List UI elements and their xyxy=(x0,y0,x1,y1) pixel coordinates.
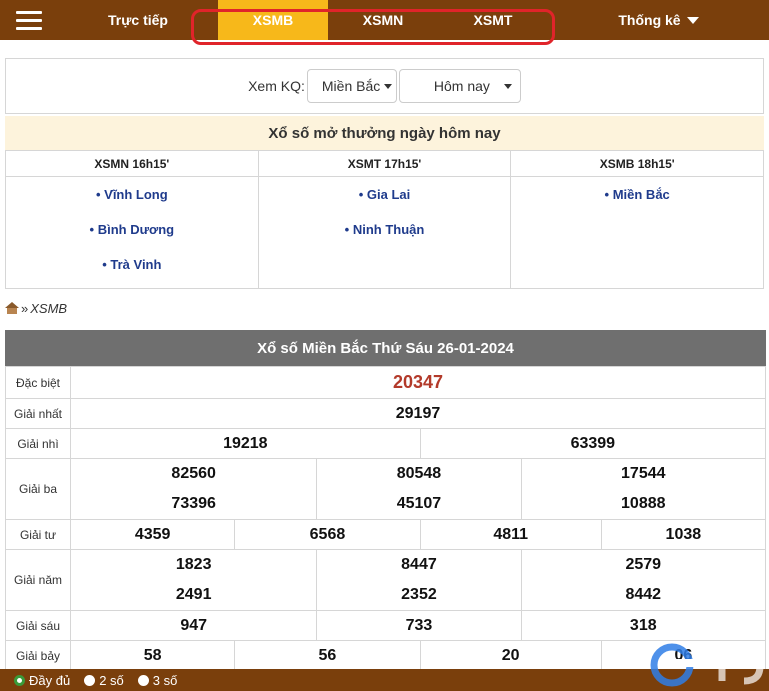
province-link[interactable]: • Ninh Thuận xyxy=(345,222,425,237)
prize-number: 29197 xyxy=(395,404,441,422)
province-link[interactable]: • Bình Dương xyxy=(90,222,175,237)
today-draws: XSMN 16h15' • Vĩnh Long • Bình Dương • T… xyxy=(5,150,764,289)
province-link[interactable]: • Vĩnh Long xyxy=(96,187,168,202)
prize-label: Giải ba xyxy=(5,458,71,520)
menu-icon[interactable] xyxy=(0,0,58,40)
prize-number: 733 xyxy=(405,616,433,634)
prize-number: 17544 xyxy=(621,465,666,482)
prize-number: 2491 xyxy=(175,586,212,603)
prize-number: 1823 xyxy=(175,556,212,573)
nav-live[interactable]: Trực tiếp xyxy=(58,0,218,40)
prize-label: Giải sáu xyxy=(5,610,71,641)
breadcrumb: » XSMB xyxy=(5,299,67,317)
prize-number: 318 xyxy=(629,616,657,634)
option-full[interactable]: Đầy đủ xyxy=(14,673,70,688)
today-banner: Xổ số mở thưởng ngày hôm nay xyxy=(5,116,764,150)
prize-number: 4359 xyxy=(134,525,171,543)
table-row: Giải tư 4359 6568 4811 1038 xyxy=(5,519,767,550)
nav-xsmt[interactable]: XSMT xyxy=(438,0,548,40)
today-col-xsmt: XSMT 17h15' • Gia Lai • Ninh Thuận xyxy=(258,151,512,288)
prize-number: 4811 xyxy=(493,525,529,543)
region-select[interactable]: Miền Bắc xyxy=(306,69,397,103)
prize-number: 82560 xyxy=(171,465,216,482)
prize-number: 06 xyxy=(674,646,693,664)
today-col-header: XSMB 18h15' xyxy=(511,151,764,177)
nav-stats-label: Thống kê xyxy=(618,12,681,28)
digit-options-bar: Đầy đủ 2 số 3 số xyxy=(0,669,769,691)
prize-number: 63399 xyxy=(570,434,616,452)
prize-number: 20 xyxy=(501,646,520,664)
prize-number: 73396 xyxy=(171,495,216,512)
table-row: Giải nhất 29197 xyxy=(5,398,766,429)
results-table: Đặc biệt 20347 Giải nhất 29197 Giải nhì … xyxy=(5,366,767,671)
special-prize-number: 20347 xyxy=(392,372,444,392)
table-row: Giải ba 82560 73396 80548 45107 17544 10… xyxy=(5,458,767,520)
option-three-digits[interactable]: 3 số xyxy=(137,672,178,688)
table-row: Giải năm 1823 2491 8447 2352 2579 8442 xyxy=(5,549,767,611)
prize-label: Giải nhất xyxy=(5,398,71,429)
prize-number: 2352 xyxy=(401,586,437,603)
nav-xsmb[interactable]: XSMB xyxy=(218,0,328,40)
prize-number: 6568 xyxy=(309,525,346,543)
breadcrumb-separator: » xyxy=(21,300,29,316)
prize-number: 8442 xyxy=(625,586,662,603)
breadcrumb-current[interactable]: XSMB xyxy=(30,301,67,316)
prize-number: 8447 xyxy=(401,556,437,573)
prize-number: 2579 xyxy=(625,556,662,573)
home-icon[interactable] xyxy=(5,301,19,315)
prize-number: 45107 xyxy=(396,495,442,512)
today-col-xsmn: XSMN 16h15' • Vĩnh Long • Bình Dương • T… xyxy=(6,151,259,288)
prize-number: 19218 xyxy=(223,434,268,452)
province-link[interactable]: • Miền Bắc xyxy=(605,187,670,202)
option-label: 2 số xyxy=(99,672,124,688)
today-col-header: XSMT 17h15' xyxy=(258,151,511,177)
table-row: Giải sáu 947 733 318 xyxy=(5,610,767,641)
option-label: 3 số xyxy=(152,672,178,688)
filter-label: Xem KQ: xyxy=(248,78,305,94)
table-row: Đặc biệt 20347 xyxy=(5,366,766,399)
prize-label: Giải nhì xyxy=(5,428,71,459)
chevron-down-icon xyxy=(503,83,512,89)
option-two-digits[interactable]: 2 số xyxy=(84,673,124,688)
region-select-value: Miền Bắc xyxy=(321,78,381,94)
prize-number: 10888 xyxy=(621,495,666,512)
result-filter: Xem KQ: Miền Bắc Hôm nay xyxy=(5,58,764,114)
today-col-xsmb: XSMB 18h15' • Miền Bắc xyxy=(511,151,764,288)
results-title: Xổ số Miền Bắc Thứ Sáu 26-01-2024 xyxy=(5,330,766,366)
prize-label: Đặc biệt xyxy=(5,366,71,399)
radio-checked-icon xyxy=(14,674,25,686)
radio-icon xyxy=(84,674,96,686)
today-col-header: XSMN 16h15' xyxy=(6,151,258,177)
province-link[interactable]: • Gia Lai xyxy=(359,187,411,202)
province-link[interactable]: • Trà Vinh xyxy=(102,257,161,272)
day-select-value: Hôm nay xyxy=(433,78,490,94)
nav-stats[interactable]: Thống kê xyxy=(548,0,769,40)
prize-number: 56 xyxy=(318,646,337,664)
prize-number: 947 xyxy=(180,616,208,634)
radio-icon xyxy=(137,674,149,686)
prize-number: 80548 xyxy=(396,465,442,482)
prize-label: Giải bảy xyxy=(5,640,71,671)
chevron-down-icon xyxy=(686,16,699,24)
prize-label: Giải tư xyxy=(5,519,71,550)
option-label: Đầy đủ xyxy=(29,672,71,688)
prize-label: Giải năm xyxy=(5,549,71,611)
prize-number: 58 xyxy=(143,646,162,664)
top-nav: Trực tiếp XSMB XSMN XSMT Thống kê xyxy=(0,0,769,40)
prize-number: 1038 xyxy=(665,525,702,543)
table-row: Giải nhì 19218 63399 xyxy=(5,428,767,459)
table-row: Giải bảy 58 56 20 06 xyxy=(5,640,767,671)
chevron-down-icon xyxy=(384,83,393,89)
nav-xsmn[interactable]: XSMN xyxy=(328,0,438,40)
day-select[interactable]: Hôm nay xyxy=(398,69,521,103)
